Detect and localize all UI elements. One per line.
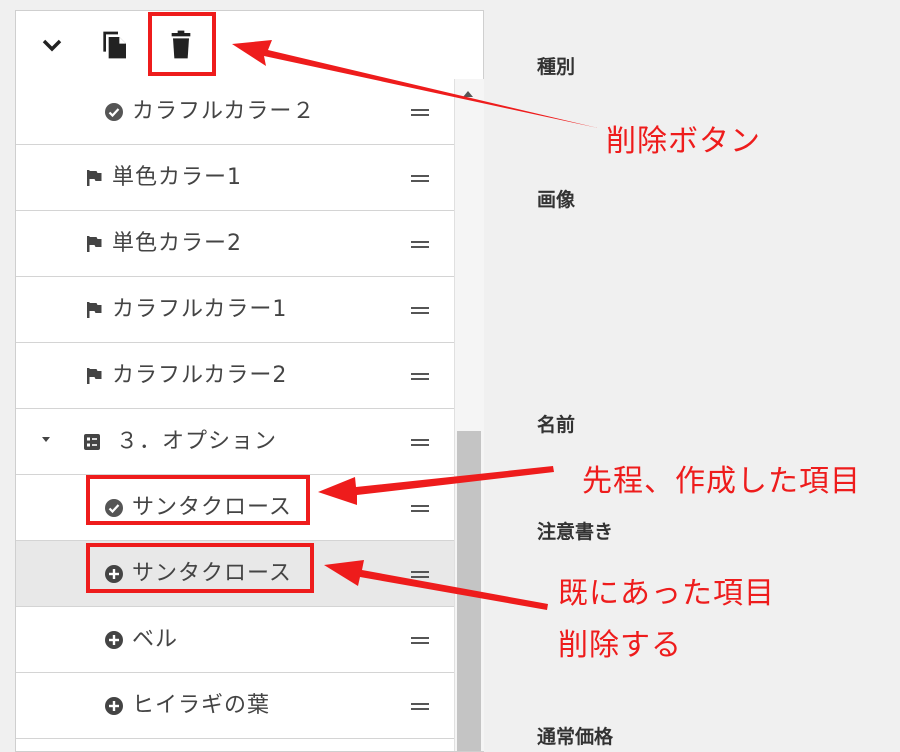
annotation-arrows — [232, 40, 598, 610]
annotation-created-item: 先程、作成した項目 — [582, 464, 861, 499]
annotation-delete-it: 削除する — [558, 628, 682, 663]
annotation-existing-item: 既にあった項目 — [558, 576, 775, 611]
annotation-delete-button: 削除ボタン — [606, 124, 761, 159]
